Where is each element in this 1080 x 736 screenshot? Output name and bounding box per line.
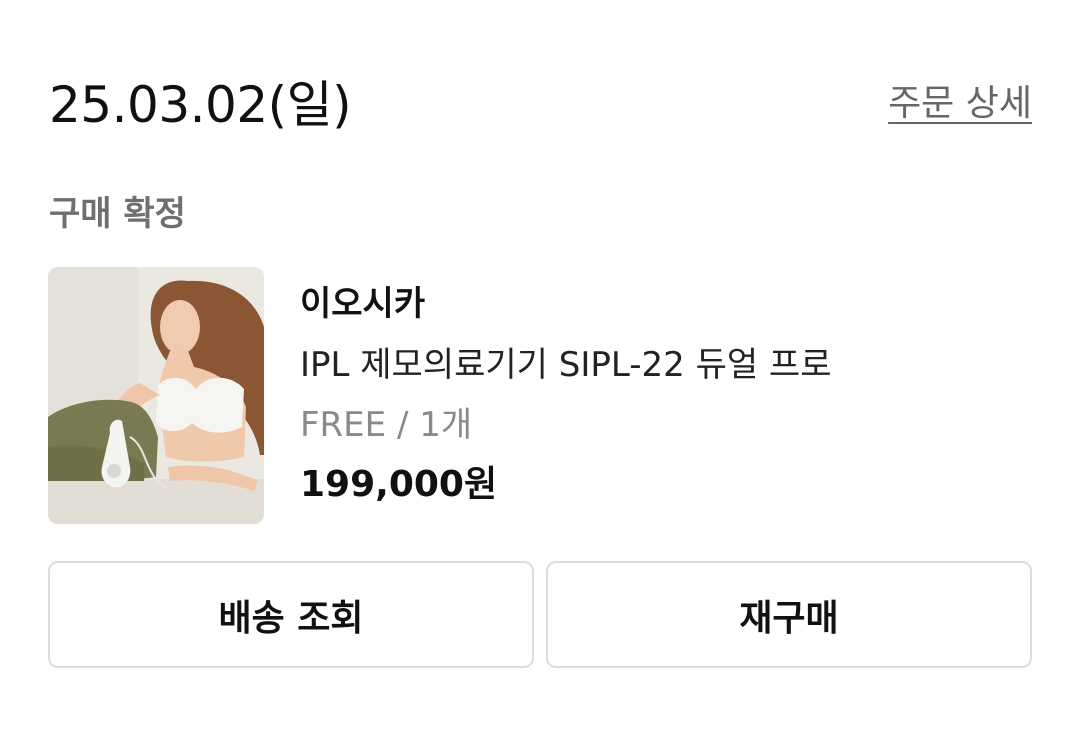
product-option: FREE / 1개 [300,405,473,445]
order-detail-link[interactable]: 주문 상세 [888,82,1032,126]
order-card: 25.03.02(일) 주문 상세 구매 확정 이오시카 IPL 제모의료기기 … [0,0,1080,736]
product-price: 199,000원 [300,464,498,505]
product-photo [48,267,264,524]
product-image[interactable] [48,267,264,524]
product-name[interactable]: IPL 제모의료기기 SIPL-22 듀얼 프로 [300,343,832,387]
product-info: 이오시카 IPL 제모의료기기 SIPL-22 듀얼 프로 FREE / 1개 … [300,282,832,507]
track-delivery-button[interactable]: 배송 조회 [48,561,534,668]
brand-name[interactable]: 이오시카 [300,282,832,326]
rebuy-button[interactable]: 재구매 [546,561,1032,668]
order-status: 구매 확정 [49,194,186,234]
order-date: 25.03.02(일) [49,76,352,134]
